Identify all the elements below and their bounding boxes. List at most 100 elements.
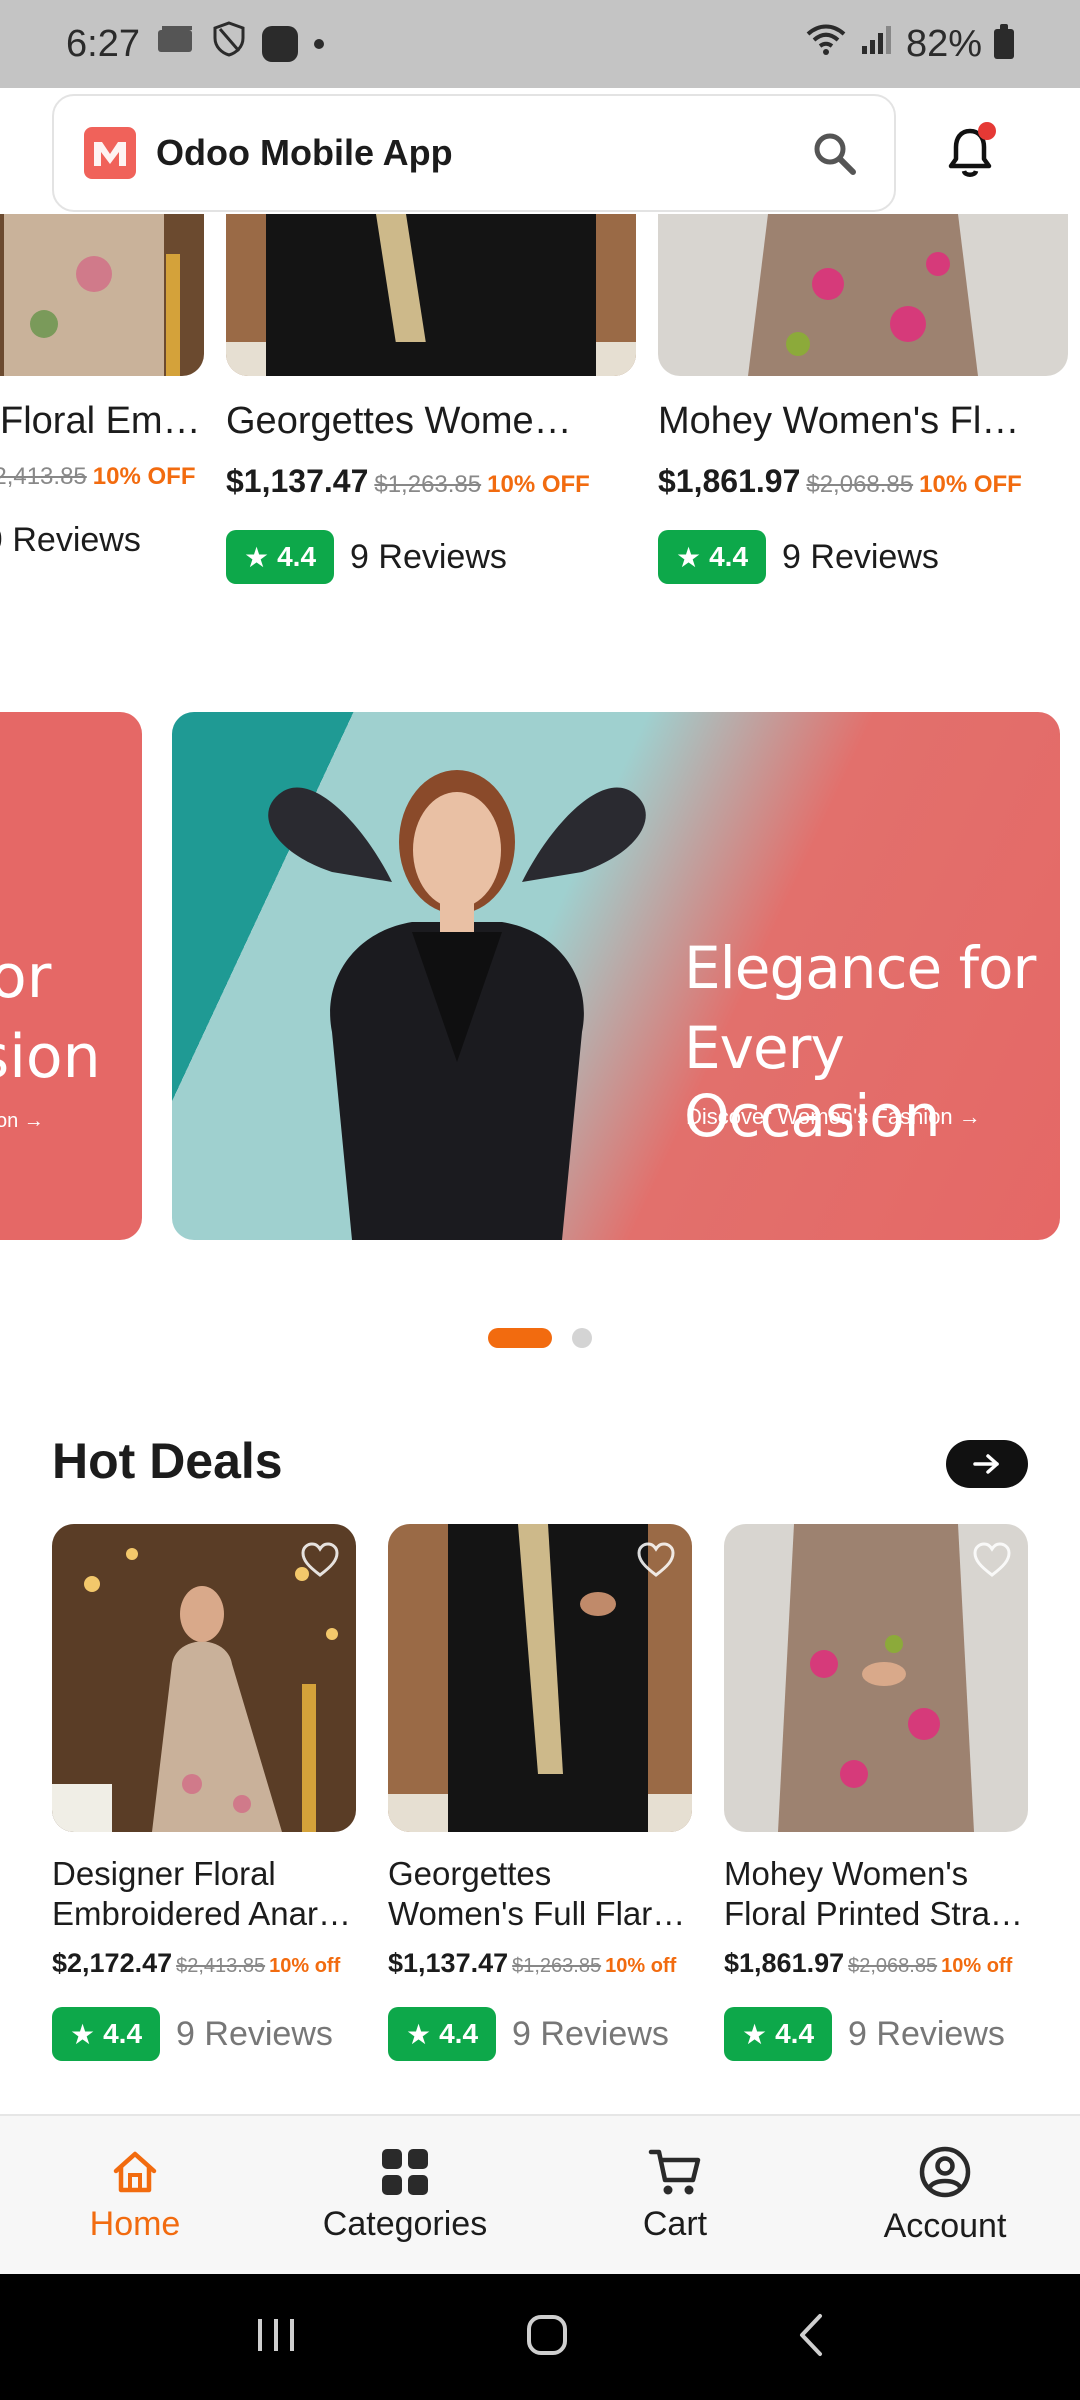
app-title: Odoo Mobile App: [156, 132, 453, 173]
rating-value: 4.4: [709, 541, 749, 572]
featured-products-strip[interactable]: Floral Em… $2,413.85 10% OFF 9 Reviews G…: [0, 214, 1080, 614]
see-all-button[interactable]: [946, 1440, 1028, 1488]
recent-apps-icon[interactable]: [254, 2315, 298, 2360]
system-nav-bar: [0, 2274, 1080, 2400]
promo-banner[interactable]: Elegance for Every Occasion Discover Wom…: [172, 712, 1060, 1240]
deal-image: [388, 1524, 692, 1832]
product-price-row: $1,861.97 $2,068.85 10% OFF: [658, 463, 1068, 500]
product-rating-row: 9 Reviews: [0, 521, 204, 560]
rating-value: 4.4: [439, 2018, 479, 2049]
carousel-dot-active[interactable]: [488, 1328, 552, 1348]
deal-old-price: $2,068.85: [848, 1955, 938, 1977]
deal-price-row: $1,137.47 $1,263.85 10% off: [388, 1948, 692, 1979]
search-bar[interactable]: Odoo Mobile App: [52, 94, 896, 212]
bottom-nav: Home Categories Cart Account: [0, 2114, 1080, 2274]
nav-label: Home: [89, 2204, 181, 2243]
nav-item-cart[interactable]: Cart: [540, 2116, 810, 2274]
app-header: Odoo Mobile App: [0, 88, 1080, 214]
product-price-row: $2,413.85 10% OFF: [0, 463, 204, 491]
back-icon[interactable]: [796, 2312, 826, 2363]
star-icon: ★: [244, 541, 270, 573]
product-discount: 10% OFF: [919, 471, 1022, 498]
deal-reviews: 9 Reviews: [176, 2014, 333, 2053]
shield-icon: [212, 21, 246, 67]
deal-rating-row: ★ 4.4 9 Reviews: [724, 2007, 1028, 2061]
banner-headline: Elegance for: [684, 934, 1036, 1002]
app-notification-icon: [261, 26, 298, 62]
product-reviews: 9 Reviews: [350, 537, 507, 576]
nav-label: Categories: [322, 2204, 488, 2243]
nav-label: Account: [883, 2206, 1007, 2245]
wishlist-heart-icon[interactable]: [300, 1540, 340, 1580]
product-reviews: 9 Reviews: [0, 521, 141, 559]
star-icon: ★: [406, 2018, 432, 2050]
product-discount: 10% OFF: [92, 463, 196, 490]
nav-item-categories[interactable]: Categories: [270, 2116, 540, 2274]
product-image: [0, 214, 204, 376]
rating-badge: ★ 4.4: [52, 2007, 161, 2061]
status-bar: 6:27 82%: [0, 0, 1080, 88]
banner-prev-text: sion: [0, 1022, 101, 1092]
product-card[interactable]: Mohey Women's Fl… $1,861.97 $2,068.85 10…: [658, 214, 1068, 584]
deal-price: $2,172.47: [52, 1948, 173, 1978]
banner-prev-subtext: on →: [0, 1110, 44, 1132]
product-rating-row: ★ 4.4 9 Reviews: [226, 530, 636, 584]
deal-old-price: $1,263.85: [512, 1955, 602, 1977]
deal-old-price: $2,413.85: [176, 1955, 266, 1977]
rating-badge: ★ 4.4: [658, 530, 767, 584]
deal-discount: 10% off: [941, 1955, 1013, 1977]
deal-rating-row: ★ 4.4 9 Reviews: [388, 2007, 692, 2061]
banner-slide-previous[interactable]: or sion on →: [0, 712, 142, 1240]
product-old-price: $2,068.85: [806, 471, 914, 498]
product-card[interactable]: Georgettes Wome… $1,137.47 $1,263.85 10%…: [226, 214, 636, 584]
deal-card[interactable]: Designer Floral Embroidered Anar… $2,172…: [52, 1524, 356, 2061]
rating-badge: ★ 4.4: [226, 530, 335, 584]
deal-name: Georgettes Women's Full Flar…: [388, 1854, 692, 1934]
wishlist-heart-icon[interactable]: [636, 1540, 676, 1580]
cart-icon: [648, 2149, 701, 2194]
deal-name-line: Designer Floral: [52, 1855, 276, 1892]
deal-card[interactable]: Georgettes Women's Full Flar… $1,137.47 …: [388, 1524, 692, 2061]
banner-cta-text[interactable]: Discover Women's Fashion →: [686, 1104, 981, 1130]
more-notifications-icon: [313, 39, 324, 49]
deal-name: Designer Floral Embroidered Anar…: [52, 1854, 356, 1934]
battery-icon: [994, 24, 1014, 59]
home-button-icon[interactable]: [525, 2313, 569, 2362]
product-rating-row: ★ 4.4 9 Reviews: [658, 530, 1068, 584]
product-name: Mohey Women's Fl…: [658, 400, 1020, 442]
product-price: $1,861.97: [658, 463, 801, 499]
product-reviews: 9 Reviews: [782, 537, 939, 576]
carousel-dot[interactable]: [572, 1328, 592, 1348]
section-title-hot-deals: Hot Deals: [52, 1433, 283, 1489]
banner-model-image: [268, 770, 646, 1240]
deal-price: $1,137.47: [388, 1948, 509, 1978]
product-image: [658, 214, 1068, 376]
deal-rating-row: ★ 4.4 9 Reviews: [52, 2007, 356, 2061]
wishlist-heart-icon[interactable]: [972, 1540, 1012, 1580]
product-discount: 10% OFF: [487, 471, 590, 498]
deal-name-line: Georgettes: [388, 1855, 552, 1892]
nav-label: Cart: [642, 2204, 708, 2243]
product-price-row: $1,137.47 $1,263.85 10% OFF: [226, 463, 636, 500]
product-card[interactable]: Floral Em… $2,413.85 10% OFF 9 Reviews: [0, 214, 204, 560]
deal-discount: 10% off: [605, 1955, 677, 1977]
nav-item-account[interactable]: Account: [810, 2116, 1080, 2274]
deal-price-row: $1,861.97 $2,068.85 10% off: [724, 1948, 1028, 1979]
status-time: 6:27: [66, 22, 140, 65]
hot-deals-list[interactable]: Designer Floral Embroidered Anar… $2,172…: [52, 1524, 1080, 2064]
rating-value: 4.4: [277, 541, 317, 572]
deal-reviews: 9 Reviews: [848, 2014, 1005, 2053]
deal-card[interactable]: Mohey Women's Floral Printed Stra… $1,86…: [724, 1524, 1028, 2061]
notification-bell-icon[interactable]: [940, 114, 1000, 190]
deal-discount: 10% off: [269, 1955, 341, 1977]
home-icon: [113, 2151, 157, 2192]
product-old-price: $2,413.85: [0, 463, 87, 490]
signal-icon: [860, 23, 894, 66]
nav-item-home[interactable]: Home: [0, 2116, 270, 2274]
star-icon: ★: [70, 2018, 96, 2050]
product-price: $1,137.47: [226, 463, 369, 499]
arrow-right-icon: [973, 1454, 999, 1474]
star-icon: ★: [676, 541, 702, 573]
deal-price-row: $2,172.47 $2,413.85 10% off: [52, 1948, 356, 1979]
search-icon[interactable]: [804, 123, 864, 183]
